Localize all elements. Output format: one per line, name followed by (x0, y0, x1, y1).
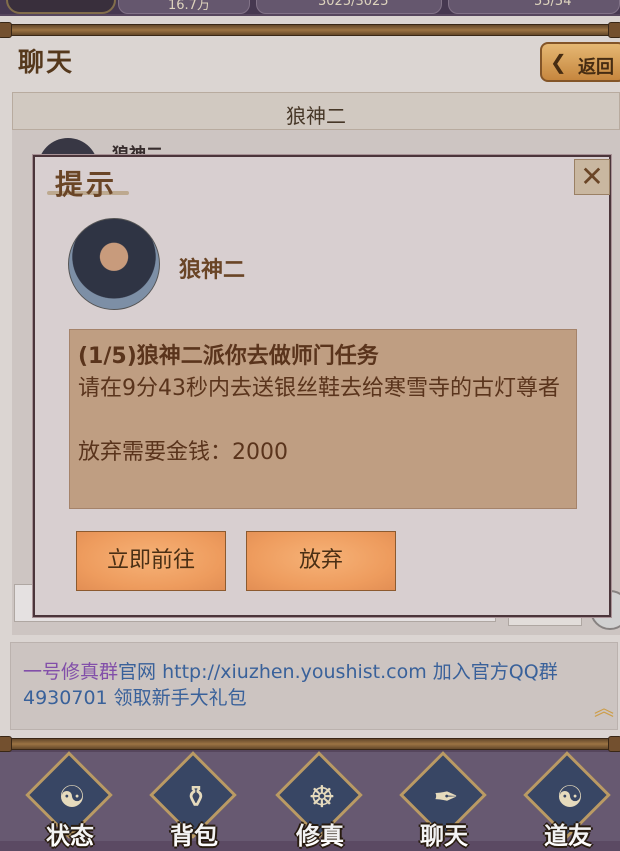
task-title: (1/5)狼神二派你去做师门任务 (78, 344, 379, 369)
close-button[interactable]: ✕ (574, 159, 610, 195)
dialog-title: 提示 (55, 168, 118, 201)
task-description: 请在9分43秒内去送银丝鞋去给寒雪寺的古灯尊者 (78, 376, 560, 401)
npc-avatar (68, 218, 160, 310)
go-now-button[interactable]: 立即前往 (76, 531, 226, 591)
task-dialog: 提示 ✕ 狼神二 (1/5)狼神二派你去做师门任务 请在9分43秒内去送银丝鞋去… (33, 155, 611, 617)
abandon-cost: 放弃需要金钱：2000 (78, 440, 288, 465)
abandon-button[interactable]: 放弃 (246, 531, 396, 591)
npc-name: 狼神二 (179, 258, 246, 283)
task-description-box: (1/5)狼神二派你去做师门任务 请在9分43秒内去送银丝鞋去给寒雪寺的古灯尊者… (69, 329, 577, 509)
